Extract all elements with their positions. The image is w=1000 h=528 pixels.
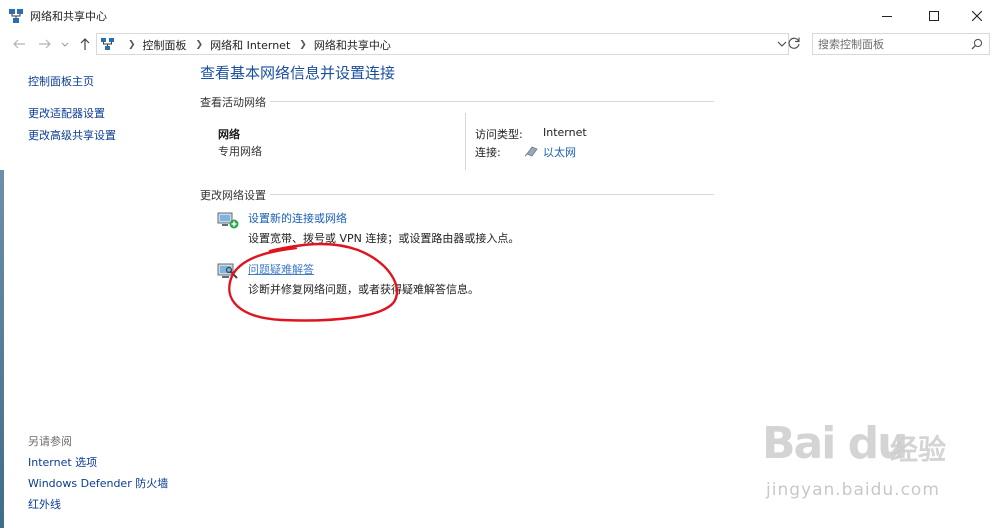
maximize-button[interactable] [911, 0, 957, 31]
address-bar[interactable]: ❯ 控制面板 ❯ 网络和 Internet ❯ 网络和共享中心 [96, 33, 789, 55]
ethernet-connection-link[interactable]: 以太网 [543, 144, 576, 160]
forward-arrow-icon[interactable] [38, 37, 52, 51]
sidebar-link-home[interactable]: 控制面板主页 [28, 73, 94, 89]
setup-new-connection-link[interactable]: 设置新的连接或网络 [248, 210, 347, 226]
baidu-watermark: Bai du 经验 jingyan.baidu.com [762, 418, 972, 510]
search-box[interactable] [812, 33, 990, 55]
troubleshoot-problems-link[interactable]: 问题疑难解答 [248, 261, 314, 277]
sidebar-link-advanced-sharing[interactable]: 更改高级共享设置 [28, 127, 116, 143]
see-also-heading: 另请参阅 [28, 435, 72, 448]
vertical-divider [465, 113, 466, 170]
see-also-defender-firewall[interactable]: Windows Defender 防火墙 [28, 475, 168, 491]
ethernet-icon [525, 146, 538, 157]
access-type-label: 访问类型: [475, 128, 523, 141]
see-also-internet-options[interactable]: Internet 选项 [28, 454, 97, 470]
address-dropdown-chevron-icon[interactable] [777, 39, 787, 49]
up-arrow-icon[interactable] [78, 37, 92, 51]
access-type-value: Internet [543, 126, 587, 139]
search-input[interactable] [818, 37, 963, 51]
network-location-icon [101, 38, 114, 50]
close-button[interactable] [954, 0, 1000, 31]
breadcrumb: ❯ 控制面板 ❯ 网络和 Internet ❯ 网络和共享中心 [119, 37, 391, 53]
breadcrumb-chevron-icon: ❯ [128, 40, 136, 50]
troubleshoot-problems-description: 诊断并修复网络问题，或者获得疑难解答信息。 [248, 283, 479, 296]
minimize-button[interactable] [864, 0, 910, 31]
connection-label: 连接: [475, 146, 501, 159]
refresh-icon[interactable] [787, 36, 801, 50]
baidu-logo: Bai du [762, 418, 908, 469]
desktop-edge [0, 170, 4, 528]
troubleshoot-icon [217, 263, 238, 279]
network-type[interactable]: 专用网络 [218, 143, 262, 159]
sidebar-link-adapter-settings[interactable]: 更改适配器设置 [28, 105, 105, 121]
breadcrumb-control-panel[interactable]: 控制面板 [143, 37, 187, 53]
baidu-jingyan-label: 经验 [890, 433, 947, 466]
network-center-icon [9, 9, 23, 23]
section-divider [270, 101, 714, 102]
breadcrumb-chevron-icon: ❯ [299, 40, 307, 50]
active-networks-heading: 查看活动网络 [200, 96, 266, 109]
control-panel-window: 网络和共享中心 ❯ 控制面板 ❯ 网络和 Internet ❯ 网络和共享中心 … [0, 0, 1000, 528]
back-arrow-icon[interactable] [12, 37, 26, 51]
close-icon [972, 10, 982, 21]
baidu-url: jingyan.baidu.com [766, 480, 940, 500]
setup-new-connection-description: 设置宽带、拨号或 VPN 连接；或设置路由器或接入点。 [248, 232, 520, 245]
maximize-icon [929, 10, 939, 21]
minimize-icon [882, 15, 892, 17]
title-bar: 网络和共享中心 [0, 0, 1000, 31]
breadcrumb-network-internet[interactable]: 网络和 Internet [210, 37, 290, 53]
change-settings-heading: 更改网络设置 [200, 189, 266, 202]
search-icon[interactable] [971, 38, 983, 50]
new-connection-icon [217, 212, 239, 229]
recent-locations-chevron-icon[interactable] [60, 37, 70, 51]
window-title: 网络和共享中心 [30, 10, 107, 23]
breadcrumb-sharing-center[interactable]: 网络和共享中心 [314, 37, 391, 53]
network-name: 网络 [218, 128, 240, 141]
page-title: 查看基本网络信息并设置连接 [200, 64, 396, 82]
section-divider [270, 194, 714, 195]
see-also-infrared[interactable]: 红外线 [28, 496, 61, 512]
breadcrumb-chevron-icon: ❯ [195, 40, 204, 50]
